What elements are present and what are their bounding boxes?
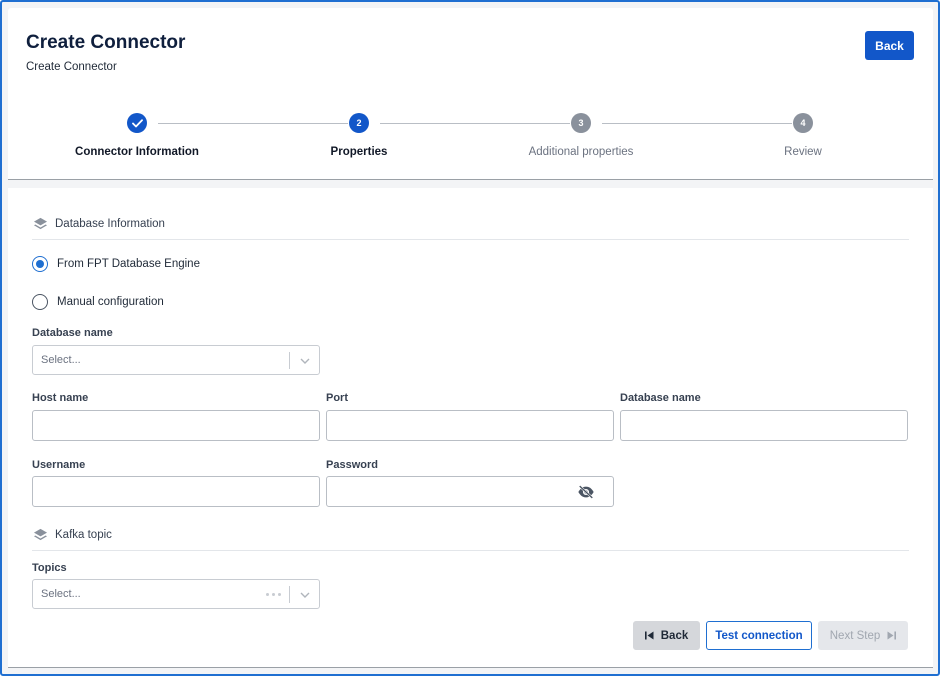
radio-fpt-engine[interactable]: From FPT Database Engine bbox=[32, 256, 200, 272]
header-card: Create Connector Create Connector Back C… bbox=[8, 8, 933, 180]
page-subtitle: Create Connector bbox=[26, 61, 117, 73]
database-select[interactable]: Select... bbox=[32, 345, 320, 375]
step-2-label: Properties bbox=[330, 146, 388, 158]
back-button-label: Back bbox=[660, 629, 689, 642]
header-back-button[interactable]: Back bbox=[865, 31, 914, 60]
topics-label: Topics bbox=[32, 562, 67, 574]
test-connection-button[interactable]: Test connection bbox=[706, 621, 812, 650]
host-name-input[interactable] bbox=[32, 410, 320, 441]
port-label: Port bbox=[326, 392, 348, 404]
chevron-down-icon[interactable] bbox=[299, 355, 311, 367]
next-step-button-label: Next Step bbox=[829, 629, 881, 642]
loading-dots-icon bbox=[266, 593, 281, 596]
stepper-connector-3 bbox=[602, 123, 792, 124]
eye-off-icon[interactable] bbox=[577, 484, 595, 500]
layers-icon bbox=[33, 528, 48, 541]
step-3-label: Additional properties bbox=[528, 146, 634, 158]
topics-select-divider bbox=[289, 586, 290, 603]
database-section-divider bbox=[32, 239, 909, 240]
radio-manual-config[interactable]: Manual configuration bbox=[32, 294, 164, 310]
next-step-button[interactable]: Next Step bbox=[818, 621, 908, 650]
topics-select-placeholder: Select... bbox=[41, 588, 81, 600]
kafka-section-title: Kafka topic bbox=[55, 529, 112, 541]
kafka-section-divider bbox=[32, 550, 909, 551]
skip-previous-icon bbox=[644, 631, 654, 640]
database-name-label: Database name bbox=[620, 392, 701, 404]
username-input[interactable] bbox=[32, 476, 320, 507]
database-select-label: Database name bbox=[32, 327, 113, 339]
skip-next-icon bbox=[887, 631, 897, 640]
username-label: Username bbox=[32, 459, 86, 471]
host-name-label: Host name bbox=[32, 392, 89, 404]
database-section-title: Database Information bbox=[55, 218, 165, 230]
radio-manual-config-indicator[interactable] bbox=[32, 294, 48, 310]
form-card: Database Information From FPT Database E… bbox=[8, 188, 933, 668]
radio-fpt-engine-indicator[interactable] bbox=[32, 256, 48, 272]
password-input[interactable] bbox=[326, 476, 614, 507]
kafka-section-header: Kafka topic bbox=[33, 528, 112, 542]
topics-select[interactable]: Select... bbox=[32, 579, 320, 609]
password-label: Password bbox=[326, 459, 378, 471]
step-1-check-icon bbox=[127, 113, 147, 133]
database-section-header: Database Information bbox=[33, 217, 165, 231]
database-select-placeholder: Select... bbox=[41, 354, 81, 366]
radio-manual-config-label: Manual configuration bbox=[57, 296, 164, 308]
database-name-input[interactable] bbox=[620, 410, 908, 441]
back-button[interactable]: Back bbox=[633, 621, 700, 650]
port-input[interactable] bbox=[326, 410, 614, 441]
chevron-down-icon[interactable] bbox=[299, 589, 311, 601]
step-4-label: Review bbox=[784, 146, 822, 158]
database-select-divider bbox=[289, 352, 290, 369]
step-4-number: 4 bbox=[793, 113, 813, 133]
step-2-number: 2 bbox=[349, 113, 369, 133]
stepper-connector-2 bbox=[380, 123, 570, 124]
layers-icon bbox=[33, 217, 48, 230]
step-1-label: Connector Information bbox=[75, 146, 199, 158]
stepper-connector-1 bbox=[158, 123, 348, 124]
page-title: Create Connector bbox=[26, 32, 186, 53]
step-3-number: 3 bbox=[571, 113, 591, 133]
app-frame: Create Connector Create Connector Back C… bbox=[0, 0, 940, 676]
radio-fpt-engine-label: From FPT Database Engine bbox=[57, 258, 200, 270]
